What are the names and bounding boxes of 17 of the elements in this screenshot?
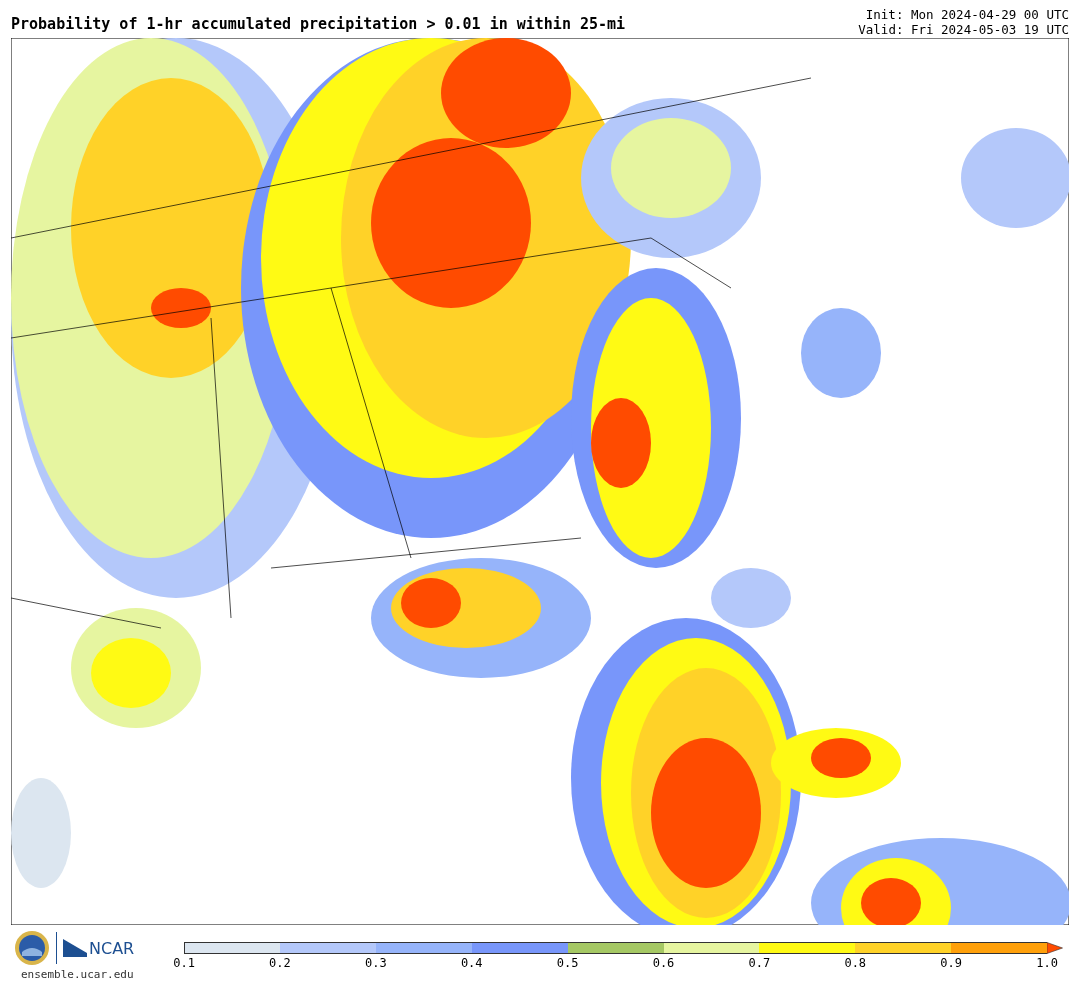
init-time: Init: Mon 2024-04-29 00 UTC	[865, 7, 1069, 22]
wave-logo-icon	[63, 939, 87, 957]
emblem-icon	[14, 930, 50, 966]
valid-time: Valid: Fri 2024-05-03 19 UTC	[858, 22, 1069, 37]
tick-label: 0.8	[844, 956, 867, 970]
website-url: ensemble.ucar.edu	[20, 968, 134, 981]
tick-label: 0.9	[940, 956, 962, 970]
tick-label: 0.4	[460, 956, 483, 970]
tick-label: 1.0	[1036, 956, 1058, 970]
tick-label: 0.7	[748, 956, 771, 970]
agency-name: NCAR	[89, 938, 135, 958]
tick-label: 0.5	[556, 956, 579, 970]
tick-label: 0.1	[173, 956, 195, 970]
tick-label: 0.6	[652, 956, 675, 970]
tick-label: 0.3	[365, 956, 387, 970]
tick-label: 0.2	[269, 956, 291, 970]
chart-title: Probability of 1-hr accumulated precipitation > 0.01 in within 25-mi	[11, 15, 626, 35]
